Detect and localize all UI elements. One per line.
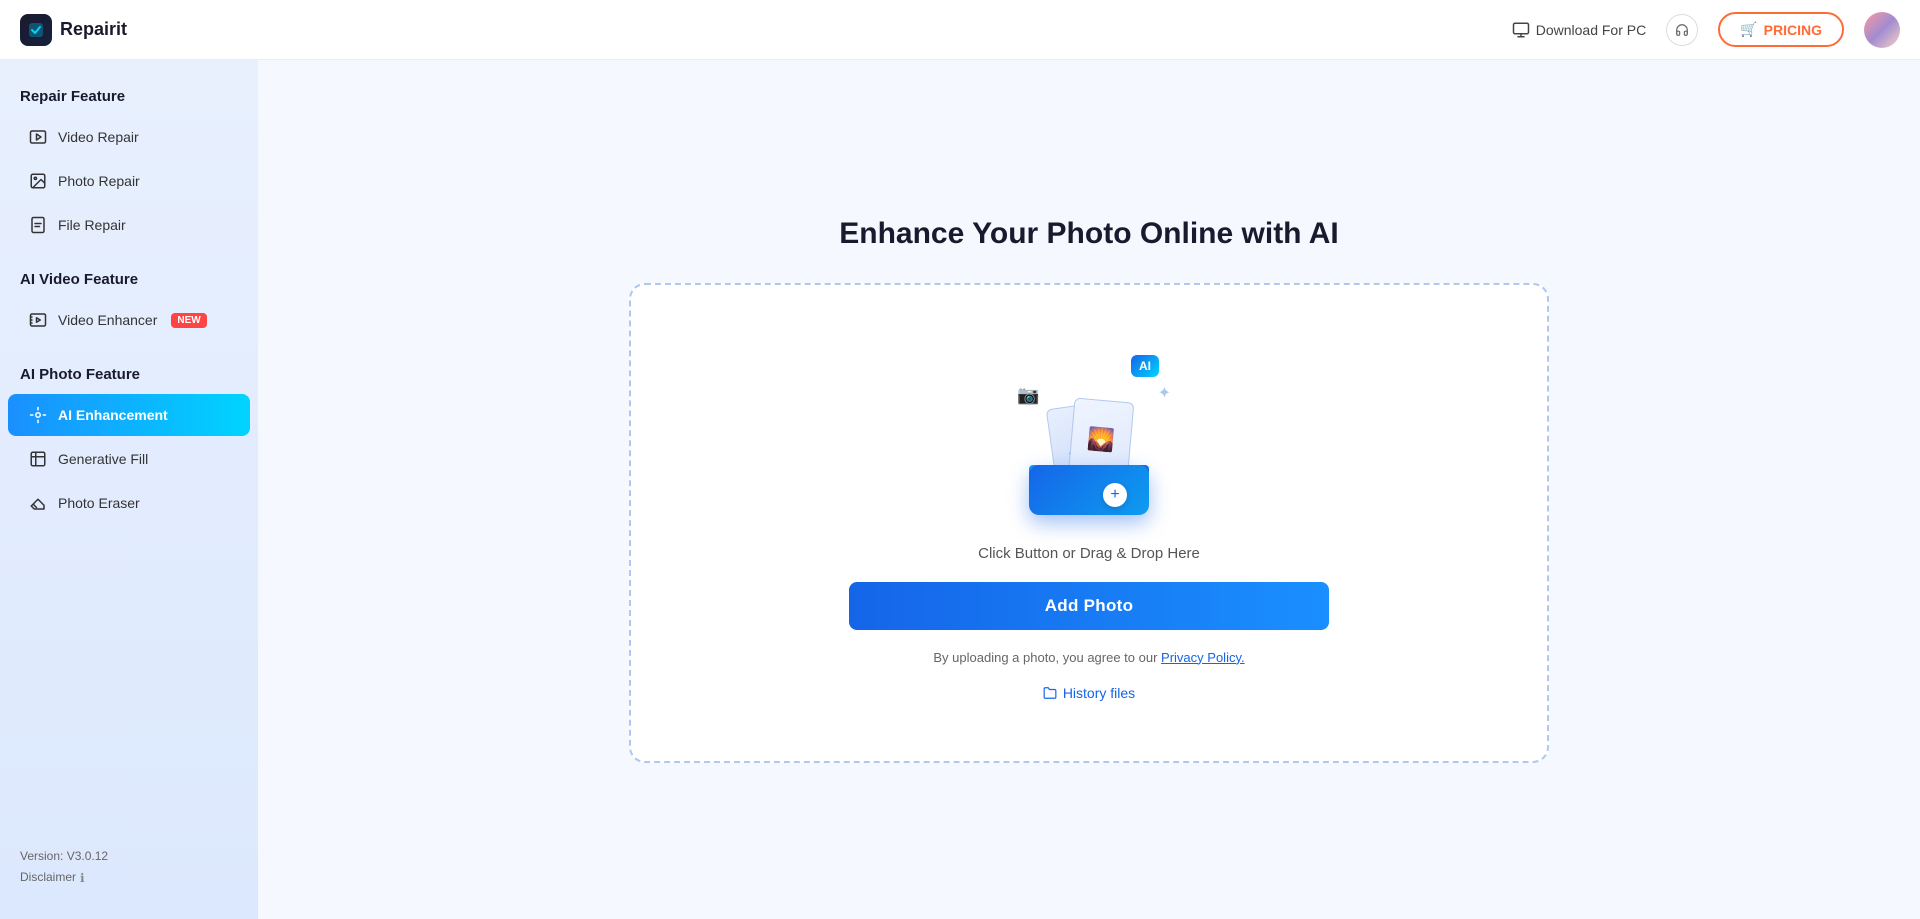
- history-files-link[interactable]: History files: [1043, 685, 1135, 701]
- pricing-button[interactable]: 🛒 PRICING: [1718, 12, 1844, 47]
- privacy-text: By uploading a photo, you agree to our P…: [933, 650, 1244, 665]
- sidebar-item-label: File Repair: [58, 217, 126, 233]
- disclaimer-row[interactable]: Disclaimer ℹ: [20, 867, 238, 889]
- new-badge: NEW: [171, 313, 206, 328]
- section-title-ai-photo: AI Photo Feature: [0, 358, 258, 393]
- camera-icon: 📷: [1017, 385, 1039, 406]
- drop-hint: Click Button or Drag & Drop Here: [978, 545, 1200, 562]
- photo-icon: [28, 171, 48, 191]
- add-photo-button[interactable]: Add Photo: [849, 582, 1329, 630]
- eraser-icon: [28, 493, 48, 513]
- sidebar-item-generative-fill[interactable]: Generative Fill: [8, 438, 250, 480]
- pricing-label: PRICING: [1764, 22, 1822, 38]
- sidebar-item-label: Video Repair: [58, 129, 139, 145]
- logo-icon: [20, 14, 52, 46]
- header-actions: Download For PC 🛒 PRICING: [1512, 12, 1900, 48]
- sidebar-item-video-repair[interactable]: Video Repair: [8, 116, 250, 158]
- history-label: History files: [1063, 685, 1135, 701]
- ai-badge: AI: [1131, 355, 1159, 377]
- sidebar-item-photo-eraser[interactable]: Photo Eraser: [8, 482, 250, 524]
- video-icon: [28, 127, 48, 147]
- sidebar-item-label: Video Enhancer: [58, 312, 157, 328]
- sidebar-item-label: Generative Fill: [58, 451, 148, 467]
- section-title-repair: Repair Feature: [0, 80, 258, 115]
- sidebar-item-photo-repair[interactable]: Photo Repair: [8, 160, 250, 202]
- user-avatar[interactable]: [1864, 12, 1900, 48]
- box-base: +: [1029, 465, 1149, 515]
- sidebar-footer: Version: V3.0.12 Disclaimer ℹ: [0, 830, 258, 899]
- sidebar-item-ai-enhancement[interactable]: AI Enhancement: [8, 394, 250, 436]
- sidebar-item-file-repair[interactable]: File Repair: [8, 204, 250, 246]
- main-content: Enhance Your Photo Online with AI 📷 AI ✦…: [258, 60, 1920, 919]
- enhance-video-icon: [28, 310, 48, 330]
- sidebar-item-label: AI Enhancement: [58, 407, 168, 423]
- logo-text: Repairit: [60, 19, 127, 40]
- ai-icon: [28, 405, 48, 425]
- disclaimer-text: Disclaimer: [20, 867, 76, 889]
- sidebar: Repair Feature Video Repair Photo Repair…: [0, 60, 258, 919]
- content-card: Enhance Your Photo Online with AI 📷 AI ✦…: [629, 217, 1549, 763]
- illustration: 📷 AI ✦ 🏔 🌄 +: [999, 355, 1179, 515]
- privacy-policy-link[interactable]: Privacy Policy.: [1161, 650, 1245, 665]
- logo[interactable]: Repairit: [20, 14, 127, 46]
- info-icon: ℹ: [80, 871, 85, 885]
- download-link[interactable]: Download For PC: [1512, 21, 1647, 39]
- download-label: Download For PC: [1536, 22, 1647, 38]
- fill-icon: [28, 449, 48, 469]
- section-title-ai-video: AI Video Feature: [0, 263, 258, 298]
- headphone-icon: [1675, 23, 1689, 37]
- sidebar-item-label: Photo Eraser: [58, 495, 140, 511]
- sparkle-icon: ✦: [1158, 383, 1171, 403]
- layout: Repair Feature Video Repair Photo Repair…: [0, 60, 1920, 919]
- plus-circle: +: [1103, 483, 1127, 507]
- page-title: Enhance Your Photo Online with AI: [629, 217, 1549, 251]
- monitor-icon: [1512, 21, 1530, 39]
- mountain-icon-2: 🌄: [1086, 425, 1116, 453]
- file-icon: [28, 215, 48, 235]
- drop-zone[interactable]: 📷 AI ✦ 🏔 🌄 + Click Button or Drag & Drop…: [629, 283, 1549, 763]
- header: Repairit Download For PC 🛒 PRICING: [0, 0, 1920, 60]
- cart-icon: 🛒: [1740, 21, 1757, 38]
- privacy-pre-text: By uploading a photo, you agree to our: [933, 650, 1161, 665]
- sidebar-item-video-enhancer[interactable]: Video Enhancer NEW: [8, 299, 250, 341]
- help-button[interactable]: [1666, 14, 1698, 46]
- sidebar-item-label: Photo Repair: [58, 173, 140, 189]
- folder-icon: [1043, 686, 1057, 700]
- version-text: Version: V3.0.12: [20, 846, 238, 868]
